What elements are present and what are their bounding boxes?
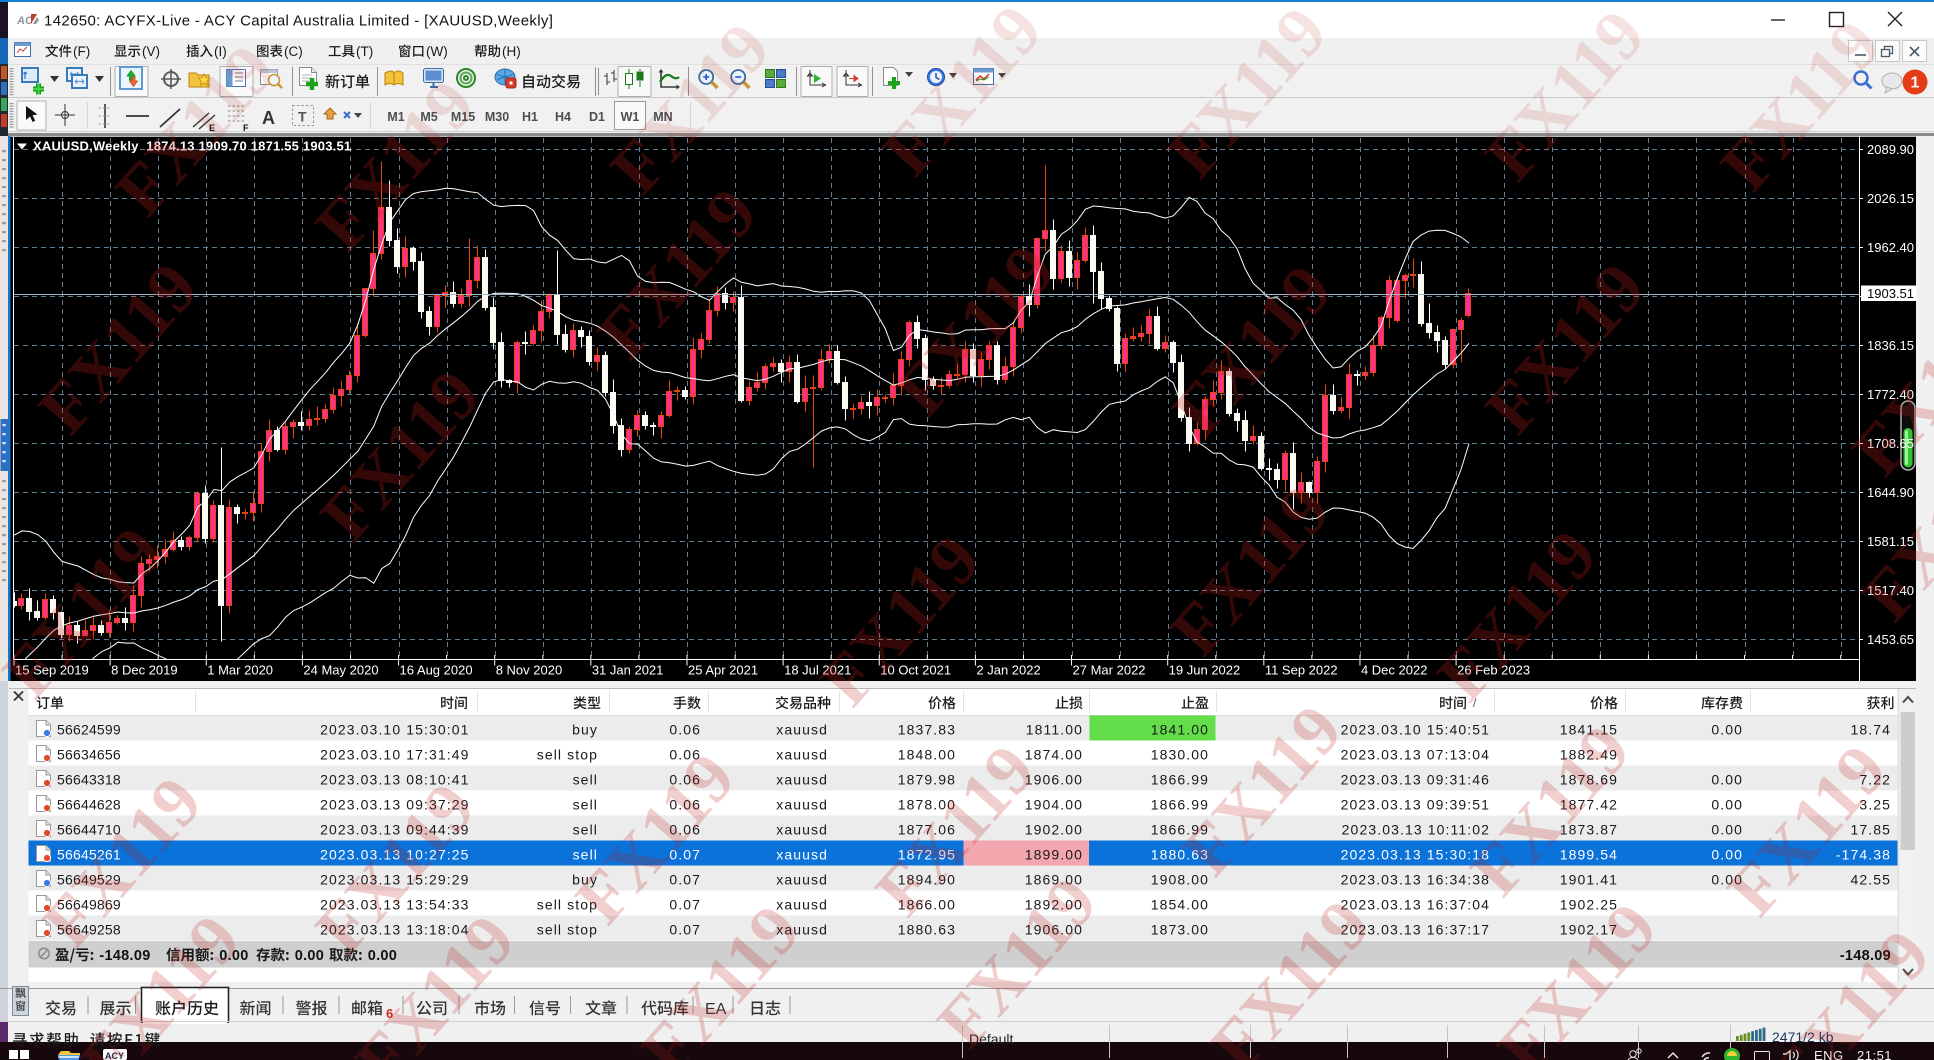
svg-text:-174.38: -174.38 — [1836, 847, 1891, 863]
svg-text:2026.15: 2026.15 — [1867, 191, 1914, 206]
svg-text:2023.03.13 09:31:46: 2023.03.13 09:31:46 — [1341, 772, 1490, 788]
svg-text:0.07: 0.07 — [669, 897, 701, 913]
svg-text:8 Dec 2019: 8 Dec 2019 — [111, 663, 178, 678]
svg-text:1837.83: 1837.83 — [898, 722, 956, 738]
svg-text:0.00: 0.00 — [1711, 797, 1743, 813]
svg-text:1874.00: 1874.00 — [1025, 747, 1083, 763]
svg-text:16 Aug 2020: 16 Aug 2020 — [400, 663, 473, 678]
svg-text:xauusd: xauusd — [776, 747, 828, 763]
svg-text:1: 1 — [1911, 75, 1920, 92]
svg-text:0.00: 0.00 — [295, 948, 324, 964]
svg-text:8 Nov 2020: 8 Nov 2020 — [496, 663, 563, 678]
svg-text:(H): (H) — [502, 44, 521, 59]
svg-text:xauusd: xauusd — [776, 722, 828, 738]
svg-text:(W): (W) — [426, 44, 448, 59]
svg-text:(C): (C) — [284, 44, 303, 59]
svg-text:1903.51: 1903.51 — [1867, 286, 1914, 301]
svg-text:1901.41: 1901.41 — [1560, 872, 1618, 888]
svg-text:2023.03.13 09:39:51: 2023.03.13 09:39:51 — [1341, 797, 1490, 813]
svg-text:xauusd: xauusd — [776, 847, 828, 863]
svg-text:1 Mar 2020: 1 Mar 2020 — [207, 663, 273, 678]
svg-text:1830.00: 1830.00 — [1151, 747, 1209, 763]
svg-text:1841.00: 1841.00 — [1151, 722, 1209, 738]
svg-text:0.00: 0.00 — [1711, 722, 1743, 738]
svg-text:0.06: 0.06 — [669, 722, 701, 738]
svg-text:0.00: 0.00 — [1711, 772, 1743, 788]
svg-text:T: T — [298, 109, 307, 125]
svg-text:2023.03.13 07:13:04: 2023.03.13 07:13:04 — [1341, 747, 1490, 763]
svg-text:1644.90: 1644.90 — [1867, 485, 1914, 500]
svg-text:xauusd: xauusd — [776, 797, 828, 813]
svg-text:1899.00: 1899.00 — [1025, 847, 1083, 863]
svg-text:1962.40: 1962.40 — [1867, 240, 1914, 255]
svg-text:0.07: 0.07 — [669, 922, 701, 938]
svg-text:2 Jan 2022: 2 Jan 2022 — [976, 663, 1040, 678]
svg-text:buy: buy — [572, 722, 598, 738]
svg-text:4 Dec 2022: 4 Dec 2022 — [1361, 663, 1428, 678]
svg-text:56643318: 56643318 — [57, 772, 121, 788]
svg-text:11 Sep 2022: 11 Sep 2022 — [1265, 663, 1338, 678]
svg-text:2023.03.10 15:30:01: 2023.03.10 15:30:01 — [320, 722, 469, 738]
svg-text:56634656: 56634656 — [57, 747, 121, 763]
svg-text:H4: H4 — [555, 110, 571, 124]
svg-text:(V): (V) — [142, 44, 160, 59]
svg-text:142650: ACYFX-Live - ACY Capit: 142650: ACYFX-Live - ACY Capital Austral… — [44, 13, 553, 30]
svg-text:56624599: 56624599 — [57, 722, 121, 738]
svg-text:18.74: 18.74 — [1850, 722, 1891, 738]
svg-text:H1: H1 — [522, 110, 538, 124]
svg-text:2023.03.10 17:31:49: 2023.03.10 17:31:49 — [320, 747, 469, 763]
svg-text:sell stop: sell stop — [537, 747, 598, 763]
svg-text:xauusd: xauusd — [776, 872, 828, 888]
svg-text:(F): (F) — [73, 44, 90, 59]
svg-text:1848.00: 1848.00 — [898, 747, 956, 763]
svg-text:27 Mar 2022: 27 Mar 2022 — [1073, 663, 1146, 678]
svg-text:2023.03.10 15:40:51: 2023.03.10 15:40:51 — [1341, 722, 1490, 738]
svg-text:sell: sell — [573, 822, 598, 838]
svg-text:2089.90: 2089.90 — [1867, 142, 1914, 157]
svg-text:2023.03.13 16:34:38: 2023.03.13 16:34:38 — [1341, 872, 1490, 888]
svg-text:24 May 2020: 24 May 2020 — [303, 663, 378, 678]
svg-text:1854.00: 1854.00 — [1151, 897, 1209, 913]
svg-text:xauusd: xauusd — [776, 822, 828, 838]
svg-text:0.00: 0.00 — [1711, 822, 1743, 838]
svg-text:sell: sell — [573, 772, 598, 788]
svg-text:xauusd: xauusd — [776, 772, 828, 788]
svg-text:1836.15: 1836.15 — [1867, 338, 1914, 353]
svg-text:19 Jun 2022: 19 Jun 2022 — [1169, 663, 1241, 678]
svg-text:2023.03.13 16:37:04: 2023.03.13 16:37:04 — [1341, 897, 1490, 913]
svg-text:25 Apr 2021: 25 Apr 2021 — [688, 663, 758, 678]
svg-text:1866.99: 1866.99 — [1151, 772, 1209, 788]
svg-text:1880.63: 1880.63 — [898, 922, 956, 938]
svg-text:42.55: 42.55 — [1850, 872, 1891, 888]
svg-text:xauusd: xauusd — [776, 897, 828, 913]
svg-text:sell stop: sell stop — [537, 922, 598, 938]
svg-text:sell: sell — [573, 797, 598, 813]
svg-text:D1: D1 — [589, 110, 605, 124]
svg-text:1908.00: 1908.00 — [1151, 872, 1209, 888]
svg-text:31 Jan 2021: 31 Jan 2021 — [592, 663, 664, 678]
svg-text:2023.03.13 10:11:02: 2023.03.13 10:11:02 — [1342, 822, 1490, 838]
svg-text:56644628: 56644628 — [57, 797, 121, 813]
svg-text:1873.00: 1873.00 — [1151, 922, 1209, 938]
svg-text:1902.00: 1902.00 — [1025, 822, 1083, 838]
svg-text:(T): (T) — [356, 44, 373, 59]
svg-text:1811.00: 1811.00 — [1026, 722, 1083, 738]
